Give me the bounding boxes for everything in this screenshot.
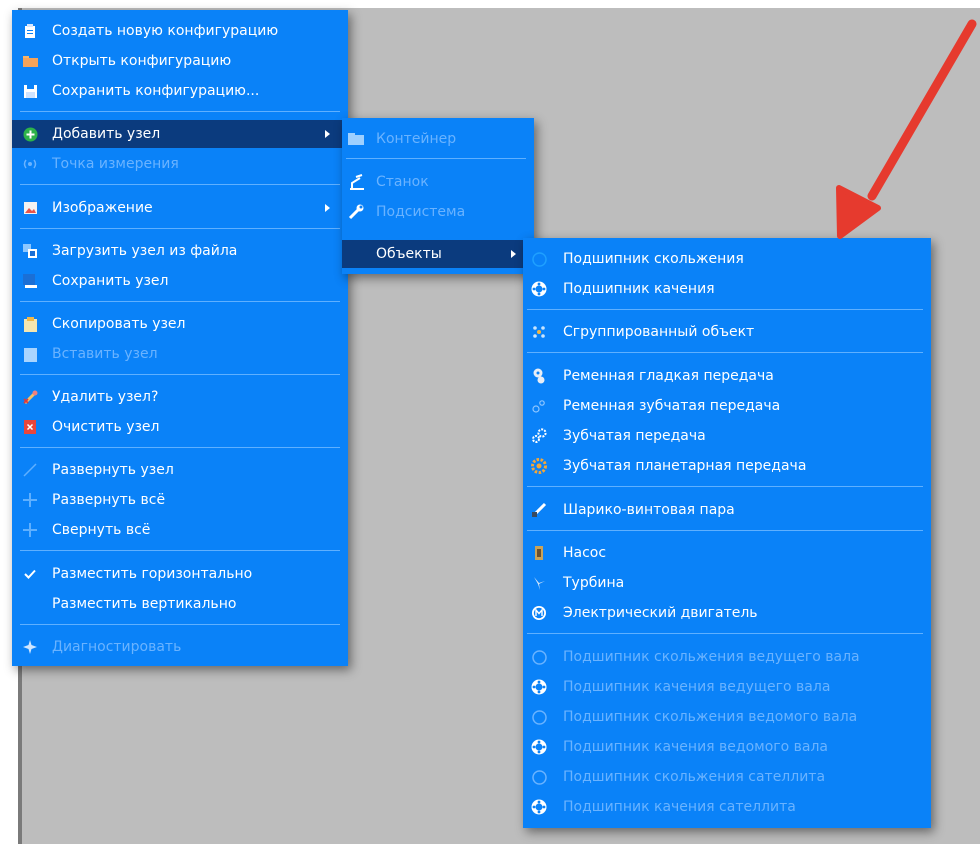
desktop-canvas: Создать новую конфигурацию Открыть конфи… [0,0,980,844]
annotation-arrow-icon [836,19,977,239]
